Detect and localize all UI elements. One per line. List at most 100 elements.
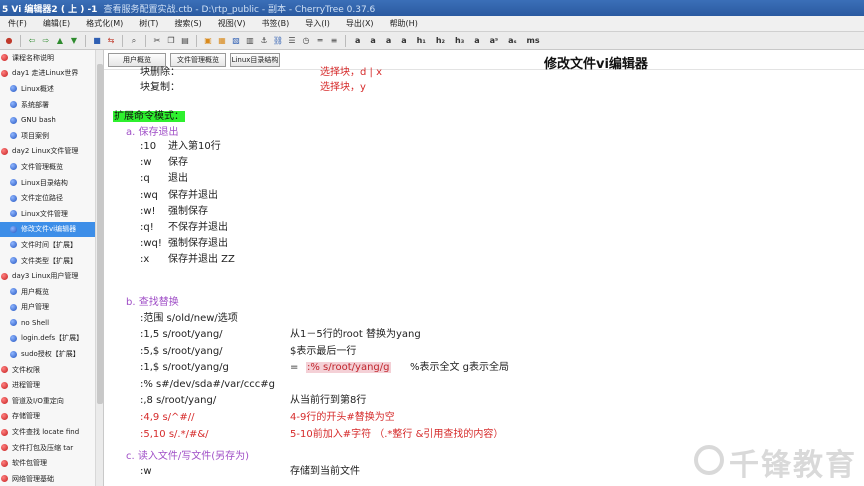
link-button-user-overview[interactable]: 用户概览 bbox=[108, 53, 166, 67]
tree-scrollbar-thumb[interactable] bbox=[97, 64, 103, 404]
node-bullet-icon bbox=[10, 132, 17, 140]
insert-timestamp-icon[interactable]: ◷ bbox=[301, 36, 311, 46]
tree-node[interactable]: sudo授权【扩展】 bbox=[0, 346, 103, 362]
insert-image-icon[interactable]: ▣ bbox=[203, 36, 213, 46]
tree-node-label: 进程管理 bbox=[12, 381, 40, 390]
section-heading: 扩展命令模式： bbox=[113, 110, 185, 123]
forward-arrow-icon[interactable]: ⇨ bbox=[41, 36, 51, 46]
tree-node-label: 存储管理 bbox=[12, 412, 40, 421]
command-description: 强制保存退出 bbox=[168, 238, 228, 250]
menu-help[interactable]: 帮助(H) bbox=[382, 18, 426, 29]
toolbar-separator bbox=[20, 34, 21, 47]
tree-node[interactable]: Linux文件管理 bbox=[0, 206, 103, 222]
menu-bookmarks[interactable]: 书签(B) bbox=[253, 18, 297, 29]
tree-node[interactable]: 文件查找 locate find bbox=[0, 424, 103, 440]
command-description: %表示全文 g表示全局 bbox=[410, 362, 510, 374]
tree-node[interactable]: Linux概述 bbox=[0, 81, 103, 97]
tree-node[interactable]: day2 Linux文件管理 bbox=[0, 144, 103, 160]
small-button[interactable]: a bbox=[474, 36, 479, 45]
menu-edit[interactable]: 编辑(E) bbox=[35, 18, 78, 29]
toolbar-separator bbox=[145, 34, 146, 47]
tree-node[interactable]: 进程管理 bbox=[0, 377, 103, 393]
node-bullet-icon bbox=[10, 288, 17, 296]
menu-tree[interactable]: 树(T) bbox=[131, 18, 166, 29]
editor-pane[interactable]: 用户概览 文件管理概览 Linux目录结构 修改文件vi编辑器 块删除： 选择块… bbox=[104, 50, 864, 486]
back-arrow-icon[interactable]: ⇦ bbox=[27, 36, 37, 46]
superscript-button[interactable]: aˢ bbox=[490, 36, 498, 45]
command-text: :4,9 s/^#// bbox=[140, 412, 195, 423]
insert-hline-icon[interactable]: ═ bbox=[315, 36, 325, 46]
insert-file-icon[interactable]: ▥ bbox=[245, 36, 255, 46]
tree-node-label: 文件时间【扩展】 bbox=[21, 240, 77, 249]
tree-node[interactable]: 文件管理概览 bbox=[0, 159, 103, 175]
insert-anchor-icon[interactable]: ⚓ bbox=[259, 36, 269, 46]
copy-icon[interactable]: ❐ bbox=[166, 36, 176, 46]
tree-node[interactable]: 管道及I/O重定向 bbox=[0, 393, 103, 409]
menu-search[interactable]: 搜索(S) bbox=[166, 18, 209, 29]
tree-node-label: 文件定位路径 bbox=[21, 194, 63, 203]
command-text: :wq bbox=[140, 189, 158, 201]
italic-button[interactable]: a bbox=[370, 36, 375, 45]
move-down-icon[interactable]: ▼ bbox=[69, 36, 79, 46]
tree-node[interactable]: 文件权限 bbox=[0, 362, 103, 378]
tree-node[interactable]: 文件类型【扩展】 bbox=[0, 253, 103, 269]
tree-node[interactable]: 修改文件vi编辑器 bbox=[0, 221, 103, 238]
insert-code-icon[interactable]: ▧ bbox=[231, 36, 241, 46]
link-button-linux-dirs[interactable]: Linux目录结构 bbox=[230, 53, 280, 67]
tree-node-label: 文件权限 bbox=[12, 365, 40, 374]
tree-node[interactable]: login.defs【扩展】 bbox=[0, 331, 103, 347]
command-text: :1,$ s/root/yang/g bbox=[140, 362, 229, 374]
menu-format[interactable]: 格式化(M) bbox=[78, 18, 131, 29]
tree-node[interactable]: 系统部署 bbox=[0, 97, 103, 113]
paste-icon[interactable]: ▤ bbox=[180, 36, 190, 46]
tree-node[interactable]: day1 走进Linux世界 bbox=[0, 66, 103, 82]
tree-node[interactable]: 文件定位路径 bbox=[0, 190, 103, 206]
h3-button[interactable]: h₃ bbox=[455, 36, 464, 45]
menu-import[interactable]: 导入(I) bbox=[297, 18, 338, 29]
tree-node-label: 文件查找 locate find bbox=[12, 428, 80, 437]
h1-button[interactable]: h₁ bbox=[417, 36, 426, 45]
save-icon[interactable]: ■ bbox=[92, 36, 102, 46]
tree-node[interactable]: Linux目录结构 bbox=[0, 175, 103, 191]
insert-link-icon[interactable]: ⛓ bbox=[273, 36, 283, 46]
tree-node[interactable]: no Shell bbox=[0, 315, 103, 331]
tree-node[interactable]: 网络管理基础 bbox=[0, 471, 103, 486]
tree-node[interactable]: 项目案例 bbox=[0, 128, 103, 144]
node-bullet-icon bbox=[1, 381, 8, 389]
find-icon[interactable]: ⌕ bbox=[129, 36, 139, 46]
node-tree[interactable]: 课程名称说明 day1 走进Linux世界 Linux概述 系统部署 GNU bash 项… bbox=[0, 50, 104, 486]
node-links-bar: 用户概览 文件管理概览 Linux目录结构 修改文件vi编辑器 bbox=[104, 50, 864, 72]
strip-icon[interactable]: ≡ bbox=[329, 36, 339, 46]
underline-button[interactable]: a bbox=[386, 36, 391, 45]
tree-node[interactable]: GNU bash bbox=[0, 112, 103, 128]
tree-node[interactable]: 用户概览 bbox=[0, 284, 103, 300]
menu-view[interactable]: 视图(V) bbox=[210, 18, 254, 29]
link-button-file-overview[interactable]: 文件管理概览 bbox=[170, 53, 226, 67]
command-description: 5-10前加入#字符 （.*整行 &引用查找的内容） bbox=[290, 428, 504, 440]
tree-scrollbar[interactable] bbox=[95, 50, 103, 486]
tree-node-label: 项目案例 bbox=[21, 131, 49, 140]
cut-icon[interactable]: ✂ bbox=[152, 36, 162, 46]
menu-file[interactable]: 件(F) bbox=[0, 18, 35, 29]
tree-node[interactable]: 用户管理 bbox=[0, 300, 103, 316]
tree-list: 课程名称说明 day1 走进Linux世界 Linux概述 系统部署 GNU bash 项… bbox=[0, 50, 103, 486]
tree-node[interactable]: 课程名称说明 bbox=[0, 50, 103, 66]
node-add-icon[interactable]: ● bbox=[4, 36, 14, 46]
subscript-button[interactable]: aₛ bbox=[508, 36, 516, 45]
h2-button[interactable]: h₂ bbox=[436, 36, 445, 45]
monospace-button[interactable]: ms bbox=[527, 36, 540, 45]
export-icon[interactable]: ⇆ bbox=[106, 36, 116, 46]
tree-node[interactable]: day3 Linux用户管理 bbox=[0, 268, 103, 284]
tree-node-label: 用户管理 bbox=[21, 303, 49, 312]
tree-node[interactable]: 文件打包及压缩 tar bbox=[0, 440, 103, 456]
command-description: 保存并退出 ZZ bbox=[168, 254, 235, 266]
insert-table-icon[interactable]: ▦ bbox=[217, 36, 227, 46]
insert-toc-icon[interactable]: ☰ bbox=[287, 36, 297, 46]
tree-node[interactable]: 文件时间【扩展】 bbox=[0, 237, 103, 253]
bold-button[interactable]: a bbox=[355, 36, 360, 45]
move-up-icon[interactable]: ▲ bbox=[55, 36, 65, 46]
strikethrough-button[interactable]: a bbox=[401, 36, 406, 45]
tree-node[interactable]: 软件包管理 bbox=[0, 455, 103, 471]
menu-export[interactable]: 导出(X) bbox=[338, 18, 382, 29]
tree-node[interactable]: 存储管理 bbox=[0, 409, 103, 425]
